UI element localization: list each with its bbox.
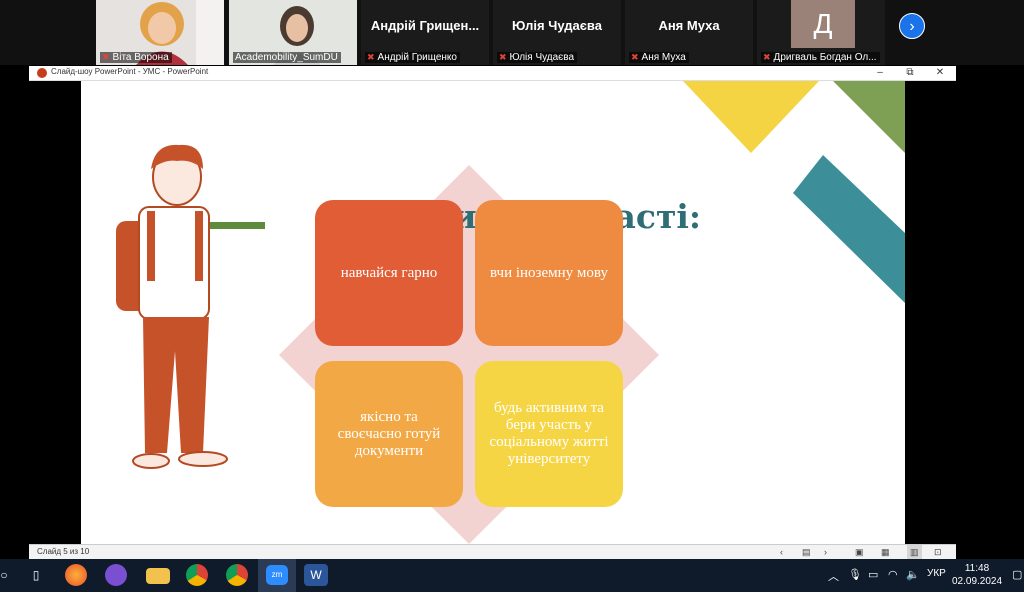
zoom-icon: zm xyxy=(266,565,288,585)
participant-name: Віта Ворона xyxy=(112,52,169,63)
step-text: якісно та своєчасно готуй документи xyxy=(337,408,441,459)
step-text: вчи іноземну мову xyxy=(490,264,608,281)
normal-view-icon[interactable]: ▣ xyxy=(855,545,864,560)
minimize-button[interactable]: – xyxy=(871,66,889,80)
wifi-icon[interactable]: ◠ xyxy=(888,568,898,581)
slideshow-status-bar: Слайд 5 из 10 ‹ ▤ › ▣ ▦ ▥ ⊡ xyxy=(29,544,956,560)
previous-slide-icon[interactable]: ‹ xyxy=(780,545,783,560)
participant-tile[interactable]: Юлія Чудаєва ✖ Юлія Чудаєва xyxy=(493,0,621,65)
step-text: навчайся гарно xyxy=(340,264,438,281)
participant-tile[interactable]: Аня Муха ✖ Аня Муха xyxy=(625,0,753,65)
language-indicator[interactable]: УКР xyxy=(927,568,946,579)
student-illustration xyxy=(116,144,228,469)
participants-strip: ✖ Віта Ворона Academobility_SumDU Андрій … xyxy=(0,0,1024,65)
firefox-icon[interactable] xyxy=(65,564,87,586)
notifications-icon[interactable]: ▢ xyxy=(1012,568,1022,581)
viber-icon[interactable] xyxy=(105,564,127,586)
zoom-app-button[interactable]: zm xyxy=(258,559,296,592)
slide-sorter-icon[interactable]: ▤ xyxy=(802,545,811,560)
mic-muted-icon: ✖ xyxy=(631,52,639,62)
step-text: будь активним та бери участь у соціально… xyxy=(489,400,609,467)
slide[interactable]: 4 кроки для участі: навчайся гарно вчи і… xyxy=(81,81,905,544)
next-participants-button[interactable]: › xyxy=(899,13,925,39)
clock-time: 11:48 xyxy=(964,563,990,574)
step-box-4: будь активним та бери участь у соціально… xyxy=(475,361,623,507)
close-button[interactable]: ✕ xyxy=(931,66,949,80)
participant-tile[interactable]: Д ✖ Дригваль Богдан Ол... xyxy=(757,0,885,65)
mic-muted-icon: ✖ xyxy=(499,52,507,62)
mic-muted-icon: ✖ xyxy=(367,52,375,62)
word-icon[interactable]: W xyxy=(304,564,328,586)
windows-taskbar: ○ ▯ zm W ︿ 🎙 ▭ ◠ 🔈 УКР 11:48 02.09.2024 … xyxy=(0,559,1024,592)
slideshow-view-icon[interactable]: ⊡ xyxy=(934,545,942,560)
search-icon[interactable]: ○ xyxy=(0,564,16,586)
clock[interactable]: 11:48 02.09.2024 xyxy=(952,562,1002,588)
participant-tile[interactable]: Андрій Грищен... ✖ Андрій Грищенко xyxy=(361,0,489,65)
battery-icon[interactable]: ▭ xyxy=(868,568,878,581)
chevron-right-icon: › xyxy=(909,18,915,35)
participant-name: Academobility_SumDU xyxy=(235,52,338,63)
participant-display-name: Юлія Чудаєва xyxy=(512,18,602,33)
slide-counter: Слайд 5 из 10 xyxy=(37,547,90,556)
clock-date: 02.09.2024 xyxy=(952,576,1003,587)
powerpoint-icon xyxy=(37,68,47,78)
participant-name: Андрій Грищенко xyxy=(377,52,457,63)
step-box-1: навчайся гарно xyxy=(315,200,463,346)
participant-tile-video[interactable]: ✖ Віта Ворона xyxy=(96,0,224,65)
green-triangle-shape xyxy=(833,81,905,153)
microphone-icon[interactable]: 🎙 xyxy=(848,568,862,581)
participant-name: Юлія Чудаєва xyxy=(509,52,575,63)
participant-display-name: Аня Муха xyxy=(658,18,720,33)
mic-muted-icon: ✖ xyxy=(763,52,771,62)
volume-icon[interactable]: 🔈 xyxy=(906,568,920,581)
task-view-icon[interactable]: ▯ xyxy=(24,564,48,586)
step-box-2: вчи іноземну мову xyxy=(475,200,623,346)
next-slide-icon[interactable]: › xyxy=(824,545,827,560)
mic-muted-icon: ✖ xyxy=(102,52,110,62)
grid-view-icon[interactable]: ▦ xyxy=(881,545,890,560)
participant-tile-video[interactable]: Academobility_SumDU xyxy=(229,0,357,65)
show-hidden-icons-icon[interactable]: ︿ xyxy=(828,568,839,584)
reading-view-icon[interactable]: ▥ xyxy=(907,545,922,560)
restore-button[interactable]: ⧉ xyxy=(901,66,919,80)
participant-name: Дригваль Богдан Ол... xyxy=(773,52,877,63)
powerpoint-title-bar: Слайд-шоу PowerPoint - УМС - PowerPoint … xyxy=(29,66,956,81)
file-explorer-icon[interactable] xyxy=(146,568,170,584)
chrome-profile-icon[interactable] xyxy=(226,564,248,586)
yellow-triangle-shape xyxy=(683,81,819,153)
window-title: Слайд-шоу PowerPoint - УМС - PowerPoint xyxy=(51,67,209,76)
participant-avatar: Д xyxy=(791,0,855,48)
participant-name: Аня Муха xyxy=(641,52,686,63)
participant-display-name: Андрій Грищен... xyxy=(370,18,480,33)
step-box-3: якісно та своєчасно готуй документи xyxy=(315,361,463,507)
chrome-icon[interactable] xyxy=(186,564,208,586)
